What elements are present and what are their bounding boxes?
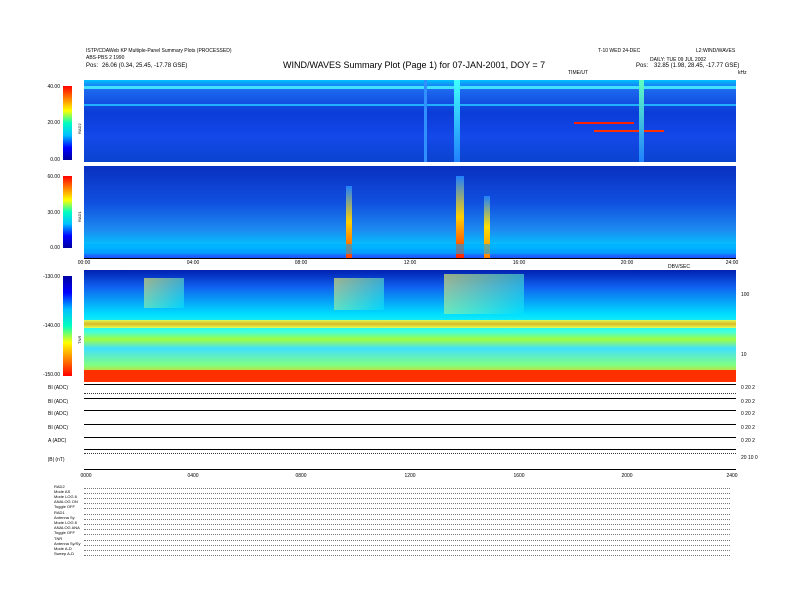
footer-dotted-row [84,503,730,504]
tnr-plasma-line [84,320,736,328]
time-tick: 1600 [513,473,525,479]
line-panel-label: BI (ADC) [48,385,68,391]
time-tick: 1200 [404,473,416,479]
footer-dotted-row [84,524,730,525]
line-panel-label: BI (ADC) [48,425,68,431]
footer-dotted-row [84,493,730,494]
line-panel-right: 0 20 2 [741,385,755,391]
panel-divider [84,410,736,411]
tnr-spectrogram [84,270,736,382]
footer-line: Sweep A-D [54,551,75,556]
rad2-cbar-tick-max: 40.00 [47,84,60,90]
panel-divider [84,437,736,438]
footer-dotted-row [84,488,730,489]
footer-line: Toggle OFF [54,504,75,509]
header-pos-label-left: Pos: [86,63,99,69]
tnr-bottom-band [84,370,736,382]
rad1-spectrogram [84,166,736,258]
line-panel-right: 0 20 2 [741,425,755,431]
rad1-band [84,244,736,254]
rad2-colorbar [63,86,72,160]
footer-dotted-row [84,540,730,541]
rad2-burst [639,80,644,162]
header-pos-value-left: 26.06 (0.34, 25.45, -17.78 GSE) [102,63,188,69]
rad2-burst [454,80,460,162]
tnr-cbar-tick-max: -130.00 [43,274,60,280]
tnr-label: TNR [77,335,82,344]
header-info-line-2: ABS-PBS 2 1990 [86,55,125,61]
rad2-spectrogram [84,80,736,162]
header-pos-label-right: Pos: [636,63,649,69]
panel-divider [84,449,736,450]
rad1-colorbar [63,176,72,248]
rad1-cbar-tick-mid: 30.00 [47,210,60,216]
footer-dotted-row [84,534,730,535]
time-tick: 2000 [621,473,633,479]
rad2-cbar-tick-min: 0.00 [50,157,60,163]
tnr-colorbar [63,276,72,376]
time-tick: 20:00 [620,260,634,266]
panel-divider [84,384,736,385]
footer-dotted-row [84,519,730,520]
time-tick: 0000 [80,473,92,479]
header-right-line-1b: L2:WIND/WAVES [696,48,736,54]
rad1-cbar-tick-min: 0.00 [50,245,60,251]
time-tick: 0800 [295,473,307,479]
rad2-burst [424,80,427,162]
tnr-feature [444,274,524,314]
time-tick: 2400 [726,473,738,479]
line-panel-label: BI (ADC) [48,399,68,405]
time-tick: 04:00 [186,260,200,266]
tnr-right-tick-low: 10 [741,352,747,358]
line-panel-right: 0 20 2 [741,411,755,417]
time-tick: 0400 [187,473,199,479]
footer-dotted-row [84,514,730,515]
page-title: WIND/WAVES Summary Plot (Page 1) for 07-… [283,60,546,70]
rad1-cbar-tick-max: 60.00 [47,174,60,180]
panel-divider [84,398,736,399]
rad2-band [594,130,664,132]
tnr-feature [144,278,184,308]
time-tick: 08:00 [294,260,308,266]
footer-line: Toggle OFF [54,530,75,535]
panel-divider [84,424,736,425]
time-axis-1 [84,258,736,259]
line-panel-label: BI (ADC) [48,411,68,417]
header-right-line-1a: T-10 WED 24-DEC [598,48,641,54]
footer-dotted-row [84,498,730,499]
tnr-right-tick-high: 100 [741,292,750,298]
line-panel-right: 20 10 0 [741,455,758,461]
line-trace [84,453,736,454]
time-marker-label: TIME/UT [568,70,588,76]
time-tick: 00:00 [77,260,91,266]
line-panel-right: 0 20 2 [741,399,755,405]
header-pos-value-right: 32.85 (1.98, 28.45, -17.77 GSE) [654,63,740,69]
rad2-label: RAD2 [77,123,82,134]
footer-dotted-row [84,550,730,551]
time-tick: 16:00 [512,260,526,266]
tnr-feature [334,278,384,310]
line-panel-label: |B| (nT) [48,457,65,463]
rad1-label: RAD1 [77,211,82,222]
footer-dotted-row [84,545,730,546]
rad2-cbar-tick-mid: 20.00 [47,120,60,126]
khz-label: kHz [738,70,747,76]
line-trace [84,393,736,394]
footer-dotted-row [84,555,730,556]
line-panel-right: 0 20 2 [741,438,755,444]
header-info-line-1: ISTP/CDAWeb KP Multiple-Panel Summary Pl… [86,48,232,54]
footer-dotted-row [84,529,730,530]
footer-dotted-row [84,508,730,509]
time-tick: 12:00 [403,260,417,266]
time-tick: 24:00 [725,260,739,266]
line-panel-label: A (ADC) [48,438,67,444]
panel-divider [84,469,736,470]
tnr-cbar-tick-mid: -140.00 [43,323,60,329]
tnr-cbar-tick-min: -150.00 [43,372,60,378]
rad2-band [574,122,634,124]
